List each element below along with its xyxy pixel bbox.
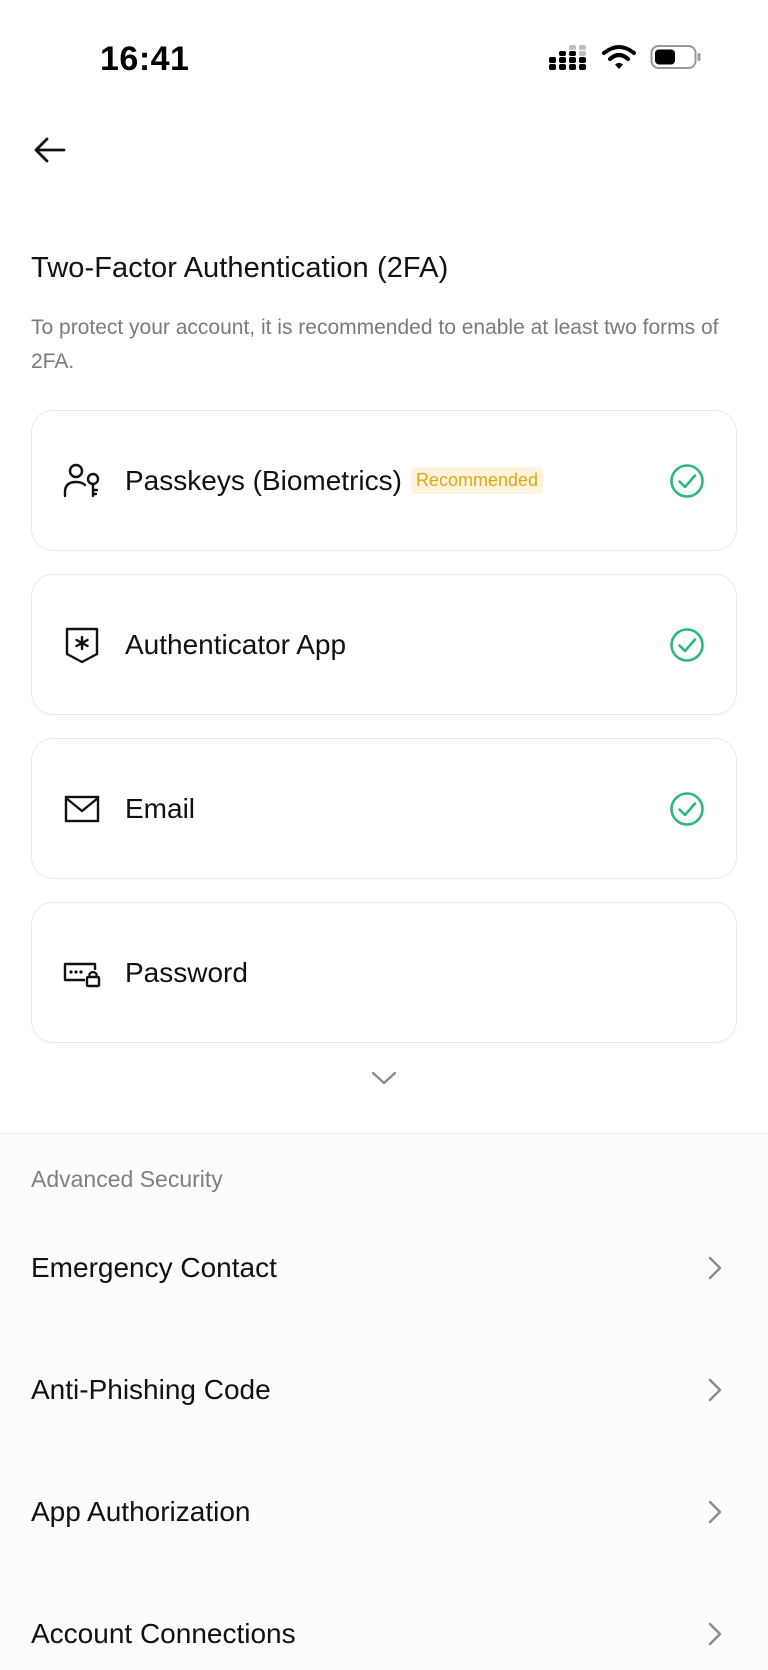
arrow-left-icon	[34, 137, 66, 163]
cellular-signal-icon	[548, 44, 588, 70]
advanced-item-label: Emergency Contact	[31, 1252, 277, 1283]
check-circle-icon	[670, 627, 704, 662]
chevron-right-icon	[708, 1622, 722, 1646]
advanced-item-app-authorization[interactable]: App Authorization	[0, 1451, 768, 1573]
chevron-right-icon	[708, 1378, 722, 1402]
check-circle-icon	[670, 463, 704, 498]
advanced-security-title: Advanced Security	[31, 1166, 223, 1192]
advanced-security-list: Emergency Contact Anti-Phishing Code App…	[0, 1207, 768, 1670]
wifi-icon	[602, 44, 636, 70]
advanced-item-label: Anti-Phishing Code	[31, 1374, 271, 1405]
two-fa-title: Two-Factor Authentication (2FA)	[31, 252, 449, 284]
status-bar: 16:41	[0, 0, 768, 110]
method-label-email: Email	[125, 793, 195, 825]
two-fa-description: To protect your account, it is recommend…	[31, 316, 719, 373]
method-card-passkeys[interactable]: Passkeys (Biometrics) Recommended	[31, 410, 737, 551]
method-name: Email	[125, 792, 196, 824]
two-fa-methods: Passkeys (Biometrics) Recommended Authen…	[31, 410, 737, 1066]
advanced-item-anti-phishing-code[interactable]: Anti-Phishing Code	[0, 1329, 768, 1451]
expand-methods-button[interactable]	[369, 1063, 399, 1093]
passkey-user-icon	[63, 462, 101, 500]
check-circle-icon	[670, 791, 704, 826]
method-label-passkeys: Passkeys (Biometrics) Recommended	[125, 465, 543, 497]
chevron-right-icon	[708, 1500, 722, 1524]
advanced-item-label: Account Connections	[31, 1618, 296, 1649]
advanced-item-account-connections[interactable]: Account Connections	[0, 1573, 768, 1670]
status-icons	[548, 44, 702, 70]
battery-icon	[650, 44, 702, 70]
method-name: Passkeys (Biometrics)	[125, 464, 402, 496]
authenticator-shield-icon	[63, 626, 101, 664]
chevron-right-icon	[708, 1256, 722, 1280]
status-time: 16:41	[100, 40, 190, 78]
method-label-authenticator: Authenticator App	[125, 629, 346, 661]
method-name: Password	[125, 956, 248, 988]
method-label-password: Password	[125, 957, 248, 989]
back-button[interactable]	[28, 128, 72, 172]
security-settings-screen: 16:41 Two-Factor Authentication (2FA) To…	[0, 0, 768, 1670]
method-name: Authenticator App	[125, 628, 347, 660]
method-card-password[interactable]: Password	[31, 902, 737, 1043]
method-card-email[interactable]: Email	[31, 738, 737, 879]
chevron-down-icon	[371, 1071, 397, 1085]
method-card-authenticator[interactable]: Authenticator App	[31, 574, 737, 715]
recommended-badge: Recommended	[410, 467, 543, 494]
advanced-item-emergency-contact[interactable]: Emergency Contact	[0, 1207, 768, 1329]
envelope-icon	[63, 790, 101, 828]
password-lock-icon	[63, 954, 101, 992]
advanced-item-label: App Authorization	[31, 1496, 251, 1527]
